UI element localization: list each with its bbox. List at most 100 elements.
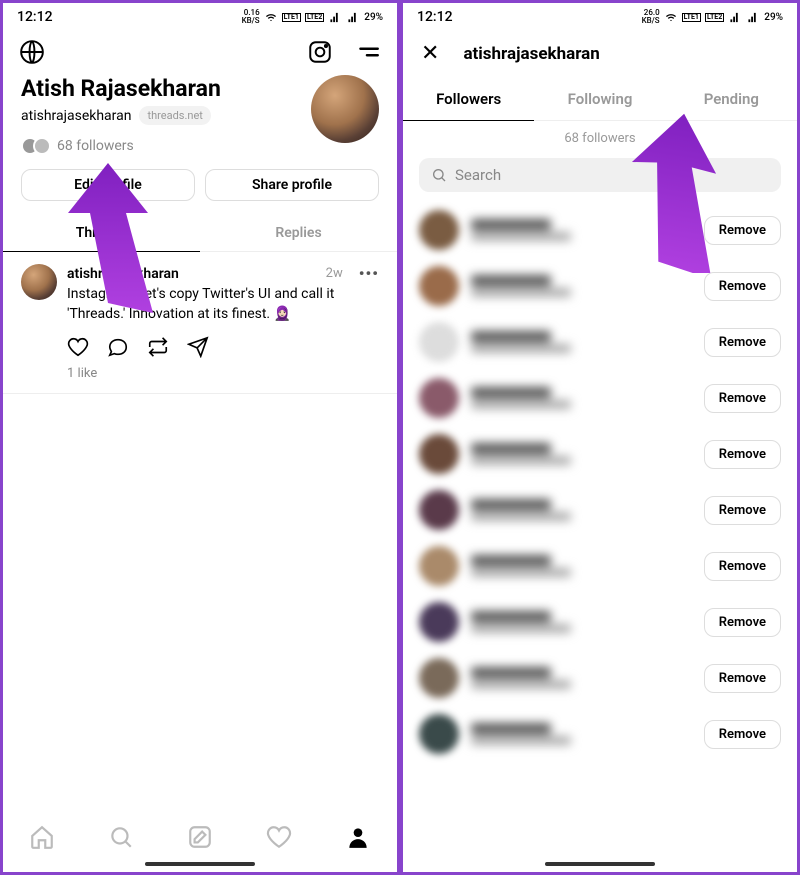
- follower-row[interactable]: Remove: [403, 482, 797, 538]
- follower-avatar[interactable]: [419, 658, 459, 698]
- header-username: atishrajasekharan: [463, 44, 599, 64]
- post-time: 2w: [326, 266, 343, 281]
- follower-name: [471, 723, 692, 745]
- signal-icon: [328, 12, 342, 23]
- follower-previews: [21, 137, 51, 155]
- followers-link[interactable]: 68 followers: [21, 137, 379, 155]
- follower-row[interactable]: Remove: [403, 258, 797, 314]
- remove-button[interactable]: Remove: [704, 440, 781, 469]
- tab-pending[interactable]: Pending: [666, 78, 797, 120]
- follower-name: [471, 499, 692, 521]
- post-item[interactable]: atishrajasekharan 2w ••• Instagram: Let'…: [3, 252, 397, 394]
- followers-count: 68 followers: [57, 138, 134, 154]
- followers-header: ✕ atishrajasekharan: [403, 29, 797, 78]
- signal2-icon: [746, 12, 760, 23]
- nav-activity-icon[interactable]: [266, 824, 292, 850]
- post-likes[interactable]: 1 like: [67, 366, 379, 381]
- follower-name: [471, 387, 692, 409]
- follower-avatar[interactable]: [419, 546, 459, 586]
- nav-profile-icon[interactable]: [345, 824, 371, 850]
- follower-avatar[interactable]: [419, 434, 459, 474]
- nav-compose-icon[interactable]: [187, 824, 213, 850]
- follower-row[interactable]: Remove: [403, 426, 797, 482]
- wifi-icon: [664, 12, 678, 23]
- search-placeholder: Search: [455, 166, 501, 184]
- bottom-nav: [3, 812, 397, 858]
- follower-name: [471, 555, 692, 577]
- follower-count-label: 68 followers: [403, 121, 797, 152]
- follower-avatar[interactable]: [419, 378, 459, 418]
- follower-avatar[interactable]: [419, 322, 459, 362]
- follower-row[interactable]: Remove: [403, 706, 797, 762]
- close-icon[interactable]: ✕: [421, 41, 439, 66]
- like-icon[interactable]: [67, 336, 89, 358]
- follower-avatar[interactable]: [419, 490, 459, 530]
- follower-name: [471, 443, 692, 465]
- follower-list[interactable]: Remove Remove Remove Remove Remove Remove Remo…: [403, 202, 797, 858]
- tab-threads[interactable]: Threads: [3, 215, 200, 252]
- status-bar: 12:12 26.0KB/S LTE1 LTE2 29%: [403, 3, 797, 29]
- follower-name: [471, 611, 692, 633]
- repost-icon[interactable]: [147, 336, 169, 358]
- follower-row[interactable]: Remove: [403, 370, 797, 426]
- share-icon[interactable]: [187, 336, 209, 358]
- follower-avatar[interactable]: [419, 210, 459, 250]
- edit-profile-button[interactable]: Edit profile: [21, 169, 195, 201]
- follower-row[interactable]: Remove: [403, 202, 797, 258]
- follower-name: [471, 219, 692, 241]
- status-right: 26.0KB/S LTE1 LTE2 29%: [642, 9, 783, 25]
- follower-name: [471, 331, 692, 353]
- search-icon: [431, 167, 447, 183]
- wifi-icon: [264, 12, 278, 23]
- follower-avatar[interactable]: [419, 266, 459, 306]
- tab-followers[interactable]: Followers: [403, 78, 534, 121]
- search-input[interactable]: Search: [419, 158, 781, 192]
- follower-row[interactable]: Remove: [403, 650, 797, 706]
- lte2-icon: LTE2: [705, 13, 724, 22]
- follower-row[interactable]: Remove: [403, 314, 797, 370]
- menu-icon[interactable]: [355, 39, 381, 65]
- top-bar: [3, 29, 397, 75]
- post-avatar[interactable]: [21, 264, 57, 300]
- follower-name: [471, 275, 692, 297]
- instagram-icon[interactable]: [307, 39, 333, 65]
- post-username[interactable]: atishrajasekharan: [67, 266, 179, 282]
- follower-name: [471, 667, 692, 689]
- post-more-icon[interactable]: •••: [359, 264, 379, 283]
- follower-row[interactable]: Remove: [403, 538, 797, 594]
- battery-label: 29%: [764, 12, 783, 23]
- lte1-icon: LTE1: [682, 13, 701, 22]
- home-indicator: [145, 862, 255, 866]
- profile-screen: 12:12 0.16KB/S LTE1 LTE2 29% Atish Rajas…: [0, 0, 400, 875]
- remove-button[interactable]: Remove: [704, 608, 781, 637]
- profile-avatar[interactable]: [311, 75, 379, 143]
- remove-button[interactable]: Remove: [704, 328, 781, 357]
- battery-label: 29%: [364, 12, 383, 23]
- followers-screen: 12:12 26.0KB/S LTE1 LTE2 29% ✕ atishraja…: [400, 0, 800, 875]
- follower-avatar[interactable]: [419, 714, 459, 754]
- lte2-icon: LTE2: [305, 13, 324, 22]
- tab-following[interactable]: Following: [534, 78, 665, 120]
- follower-row[interactable]: Remove: [403, 594, 797, 650]
- follower-avatar[interactable]: [419, 602, 459, 642]
- comment-icon[interactable]: [107, 336, 129, 358]
- signal2-icon: [346, 12, 360, 23]
- remove-button[interactable]: Remove: [704, 664, 781, 693]
- remove-button[interactable]: Remove: [704, 384, 781, 413]
- post-text: Instagram: Let's copy Twitter's UI and c…: [67, 285, 379, 324]
- remove-button[interactable]: Remove: [704, 272, 781, 301]
- threads-badge[interactable]: threads.net: [139, 106, 210, 125]
- profile-section: Atish Rajasekharan atishrajasekharan thr…: [3, 75, 397, 169]
- remove-button[interactable]: Remove: [704, 216, 781, 245]
- remove-button[interactable]: Remove: [704, 552, 781, 581]
- username: atishrajasekharan: [21, 108, 131, 124]
- share-profile-button[interactable]: Share profile: [205, 169, 379, 201]
- remove-button[interactable]: Remove: [704, 720, 781, 749]
- home-indicator: [545, 862, 655, 866]
- tab-replies[interactable]: Replies: [200, 215, 397, 252]
- nav-home-icon[interactable]: [29, 824, 55, 850]
- status-time: 12:12: [417, 9, 453, 25]
- globe-icon[interactable]: [19, 39, 45, 65]
- nav-search-icon[interactable]: [108, 824, 134, 850]
- remove-button[interactable]: Remove: [704, 496, 781, 525]
